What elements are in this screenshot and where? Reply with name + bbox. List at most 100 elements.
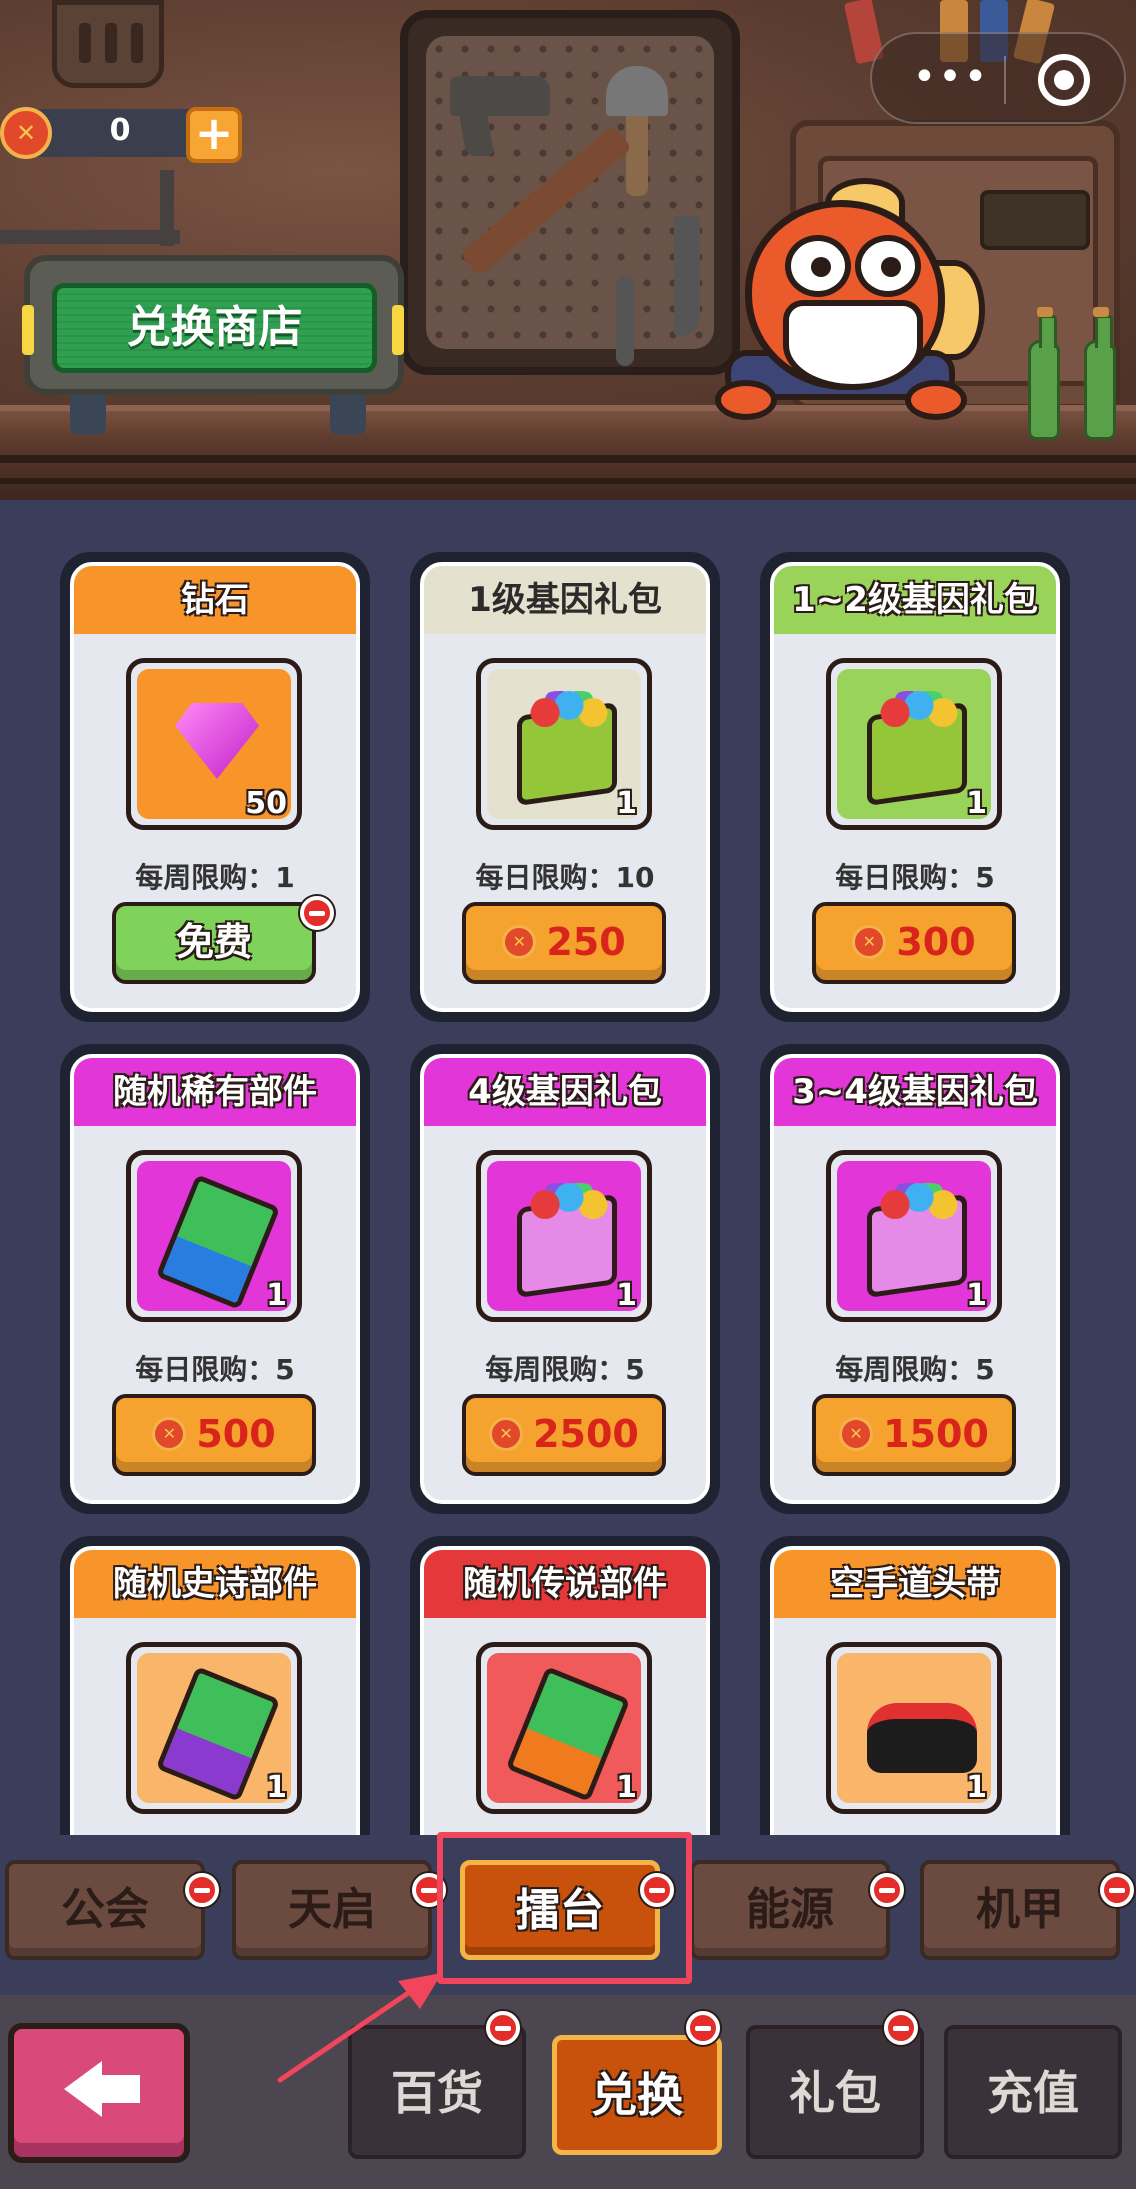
buy-button[interactable]: 1500 [812, 1394, 1016, 1476]
item-icon-frame: 1 [476, 1150, 652, 1322]
shop-item-card[interactable]: 随机传说部件 1 [410, 1536, 720, 1835]
item-quantity: 1 [266, 1770, 287, 1805]
purchase-limit: 每周限购：5 [835, 1353, 995, 1386]
notification-dot [870, 1873, 904, 1907]
item-icon-frame: 1 [826, 658, 1002, 830]
notification-dot [185, 1873, 219, 1907]
shop-item-card[interactable]: 随机稀有部件 1 每日限购：5 500 [60, 1044, 370, 1514]
shop-item-card[interactable]: 随机史诗部件 1 [60, 1536, 370, 1835]
shop-item-card[interactable]: 1~2级基因礼包 1 每日限购：5 300 [760, 552, 1070, 1022]
buy-button[interactable]: 2500 [462, 1394, 666, 1476]
item-title: 3~4级基因礼包 [774, 1058, 1056, 1126]
item-title: 1级基因礼包 [424, 566, 706, 634]
shop-item-card[interactable]: 1级基因礼包 1 每日限购：10 250 [410, 552, 720, 1022]
buy-button[interactable]: 250 [462, 902, 666, 984]
category-tab-label: 天启 [288, 1884, 376, 1935]
pipe-decoration [0, 230, 180, 244]
buy-button[interactable]: 300 [812, 902, 1016, 984]
diamond-icon [175, 703, 259, 779]
category-tab-label: 能源 [746, 1884, 834, 1935]
item-title: 钻石 [74, 566, 356, 634]
item-quantity: 1 [966, 1770, 987, 1805]
item-title: 空手道头带 [774, 1550, 1056, 1618]
category-tab[interactable]: 天启 [232, 1860, 432, 1960]
item-icon-frame: 1 [126, 1150, 302, 1322]
item-quantity: 1 [966, 1278, 987, 1313]
knife-icon [674, 216, 700, 336]
category-tab-label: 公会 [61, 1884, 149, 1935]
item-icon-frame: 1 [476, 1642, 652, 1814]
category-tab[interactable]: 能源 [690, 1860, 890, 1960]
back-button[interactable] [8, 2023, 190, 2163]
item-quantity: 1 [616, 786, 637, 821]
currency-amount: 0 [109, 113, 131, 148]
buy-button[interactable]: 500 [112, 1394, 316, 1476]
coin-icon [502, 924, 537, 959]
free-claim-button[interactable]: 免费 [112, 902, 316, 984]
item-icon-frame: 1 [126, 1642, 302, 1814]
item-title: 随机传说部件 [424, 1550, 706, 1618]
vent-decoration [52, 0, 164, 88]
weapon-pegboard [400, 10, 740, 375]
pipe-decoration-vertical [160, 170, 174, 246]
more-menu-button[interactable]: ••• [906, 57, 996, 98]
shop-item-card[interactable]: 空手道头带 1 [760, 1536, 1070, 1835]
item-icon-frame: 50 [126, 658, 302, 830]
coin-icon [489, 1416, 524, 1451]
notification-dot [300, 896, 334, 930]
item-quantity: 50 [245, 786, 287, 821]
coin-icon [0, 107, 52, 159]
add-currency-button[interactable]: + [186, 107, 242, 163]
shopkeeper-fish-character [705, 178, 1005, 430]
category-tab[interactable]: 机甲 [920, 1860, 1120, 1960]
bottom-nav-tab[interactable]: 礼包 [746, 2025, 924, 2159]
annotation-arrow [277, 1973, 442, 2083]
bottom-nav-tab[interactable]: 充值 [944, 2025, 1122, 2159]
price-label: 500 [196, 1412, 276, 1456]
item-quantity: 1 [266, 1278, 287, 1313]
shop-header-scene: 0 + 兑换商店 ••• [0, 0, 1136, 500]
back-arrow-icon [64, 2059, 140, 2119]
bottle-icon [1028, 307, 1060, 440]
item-title: 随机史诗部件 [74, 1550, 356, 1618]
notification-dot [1100, 1873, 1134, 1907]
notification-dot [686, 2011, 720, 2045]
item-title: 4级基因礼包 [424, 1058, 706, 1126]
wrench-icon [616, 276, 634, 366]
axe-head-icon [606, 66, 668, 116]
item-title: 随机稀有部件 [74, 1058, 356, 1126]
bottle-icon [1084, 307, 1116, 440]
purchase-limit: 每周限购：5 [485, 1353, 645, 1386]
headband-icon [867, 1703, 977, 1773]
legendary-part-icon [505, 1666, 631, 1802]
item-icon-frame: 1 [826, 1150, 1002, 1322]
free-label: 免费 [175, 920, 252, 964]
coin-icon [839, 1416, 874, 1451]
price-label: 300 [896, 920, 976, 964]
price-label: 1500 [883, 1412, 989, 1456]
epic-part-icon [155, 1666, 281, 1802]
bottom-nav-tab-label: 礼包 [789, 2066, 881, 2120]
shop-screen: 0 + 兑换商店 ••• 钻石 50 每周限购：1 免费 1级基因礼包 1 每日限购：10 2… [0, 0, 1136, 2189]
shop-sign: 兑换商店 [22, 255, 404, 435]
shop-item-card[interactable]: 钻石 50 每周限购：1 免费 [60, 552, 370, 1022]
rare-part-icon [155, 1174, 281, 1310]
shop-item-card[interactable]: 3~4级基因礼包 1 每周限购：5 1500 [760, 1044, 1070, 1514]
bottom-nav-bar: 百货 兑换 礼包 充值 [0, 1995, 1136, 2189]
bottom-nav-tab-label: 兑换 [591, 2068, 683, 2122]
item-title: 1~2级基因礼包 [774, 566, 1056, 634]
purchase-limit: 每日限购：5 [135, 1353, 295, 1386]
coin-icon [152, 1416, 187, 1451]
currency-display: 0 + [0, 105, 242, 163]
item-icon-frame: 1 [476, 658, 652, 830]
price-label: 250 [546, 920, 626, 964]
item-icon-frame: 1 [826, 1642, 1002, 1814]
bottom-nav-tab[interactable]: 兑换 [552, 2035, 722, 2155]
shop-title: 兑换商店 [52, 283, 377, 373]
shop-item-grid: 钻石 50 每周限购：1 免费 1级基因礼包 1 每日限购：10 250 1~2级基因礼包 1 每日… [0, 500, 1136, 1835]
purchase-limit: 每日限购：10 [475, 861, 655, 894]
shop-item-card[interactable]: 4级基因礼包 1 每周限购：5 2500 [410, 1044, 720, 1514]
close-miniprogram-button[interactable] [1038, 54, 1090, 106]
category-tab[interactable]: 公会 [5, 1860, 205, 1960]
purchase-limit: 每周限购：1 [135, 861, 295, 894]
